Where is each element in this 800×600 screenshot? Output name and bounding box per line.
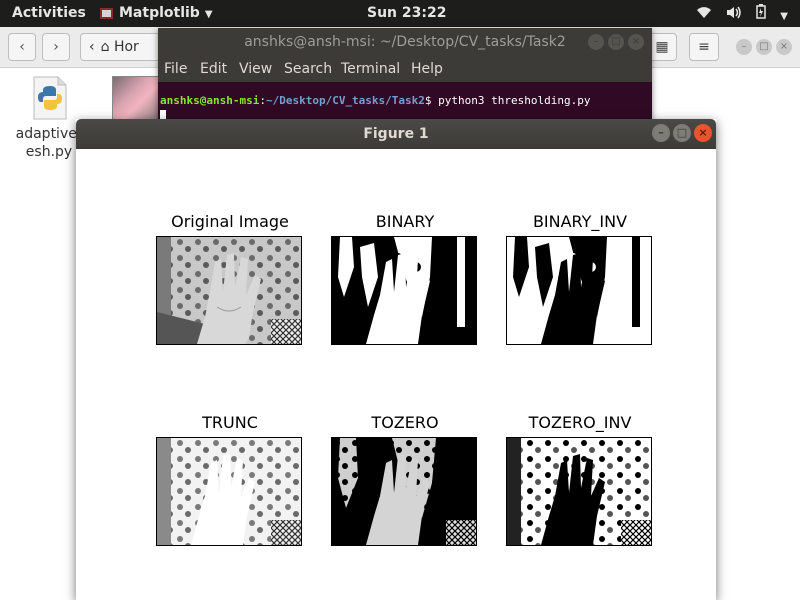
wifi-icon[interactable] [696, 7, 716, 23]
prompt-end: $ [424, 94, 432, 107]
path-bar-home[interactable]: ‹ ⌂ Hor [80, 33, 162, 61]
subplot-title-binary-inv: BINARY_INV [532, 212, 628, 231]
subplot-title-binary: BINARY [375, 212, 435, 231]
image-file-thumbnail[interactable] [112, 76, 160, 120]
path-label: Hor [113, 39, 139, 55]
subplot-title-tozero-inv: TOZERO_INV [528, 413, 632, 432]
maximize-button[interactable]: □ [608, 34, 624, 50]
close-button[interactable]: × [628, 34, 644, 50]
terminal-window[interactable]: anshks@ansh-msi: ~/Desktop/CV_tasks/Task… [158, 28, 652, 120]
activities-button[interactable]: Activities [12, 5, 86, 21]
forward-button[interactable]: › [42, 33, 70, 61]
subplot-tozero-image [331, 437, 477, 546]
clock[interactable]: Sun 23:22 [367, 5, 446, 21]
subplot-binary-inv-image [506, 236, 652, 345]
system-menu-caret-icon[interactable]: ▼ [780, 11, 788, 22]
subplot-binary-image [331, 236, 477, 345]
matplotlib-app-icon [100, 8, 113, 19]
prompt-separator: : [259, 94, 266, 107]
fm-minimize-button[interactable]: – [736, 39, 752, 55]
menu-search[interactable]: Search [284, 61, 332, 77]
app-menu-label: Matplotlib [119, 5, 200, 21]
fm-close-button[interactable]: × [776, 39, 792, 55]
python-file-icon[interactable] [32, 76, 68, 120]
prompt-path: ~/Desktop/CV_tasks/Task2 [265, 94, 425, 107]
subplot-trunc-image [156, 437, 302, 546]
subplot-title-original: Original Image [171, 212, 289, 231]
subplot-original-image [156, 236, 302, 345]
battery-icon[interactable] [756, 4, 770, 23]
command-text: python3 thresholding.py [431, 94, 591, 107]
system-tray[interactable]: ▼ [686, 4, 788, 23]
menu-terminal[interactable]: Terminal [341, 61, 400, 77]
subplot-title-tozero: TOZERO [371, 413, 439, 432]
minimize-button[interactable]: – [588, 34, 604, 50]
menu-edit[interactable]: Edit [200, 61, 227, 77]
back-button[interactable]: ‹ [8, 33, 36, 61]
menu-help[interactable]: Help [411, 61, 443, 77]
app-menu[interactable]: Matplotlib ▼ [100, 5, 213, 21]
chevron-down-icon: ▼ [204, 9, 213, 20]
minimize-button[interactable]: – [652, 124, 670, 142]
terminal-title: anshks@ansh-msi: ~/Desktop/CV_tasks/Task… [244, 34, 566, 50]
volume-icon[interactable] [726, 6, 746, 23]
subplot-title-trunc: TRUNC [202, 413, 258, 432]
home-icon: ⌂ [100, 39, 110, 55]
terminal-output[interactable]: anshks@ansh-msi:~/Desktop/CV_tasks/Task2… [158, 82, 652, 120]
figure-window-controls: – □ × [649, 124, 712, 154]
terminal-menubar: File Edit View Search Terminal Help [158, 56, 652, 82]
figure-title: Figure 1 [363, 126, 429, 142]
fm-maximize-button[interactable]: □ [756, 39, 772, 55]
menu-file[interactable]: File [164, 61, 187, 77]
prompt-user: anshks@ansh-msi [160, 94, 260, 107]
prompt-line: anshks@ansh-msi:~/Desktop/CV_tasks/Task2… [160, 94, 591, 107]
left-scroll-icon: ‹ [89, 39, 95, 55]
maximize-button[interactable]: □ [673, 124, 691, 142]
hamburger-menu-button[interactable]: ≡ [689, 33, 719, 61]
figure-title-bar[interactable]: Figure 1 – □ × [76, 119, 716, 149]
top-panel: Activities Matplotlib ▼ Sun 23:22 ▼ [0, 0, 800, 27]
subplot-tozero-inv-image [506, 437, 652, 546]
terminal-title-bar[interactable]: anshks@ansh-msi: ~/Desktop/CV_tasks/Task… [158, 28, 652, 56]
menu-view[interactable]: View [239, 61, 272, 77]
close-button[interactable]: × [694, 124, 712, 142]
figure-window[interactable]: Figure 1 – □ × Original Image BINARY BINAR… [76, 119, 716, 600]
